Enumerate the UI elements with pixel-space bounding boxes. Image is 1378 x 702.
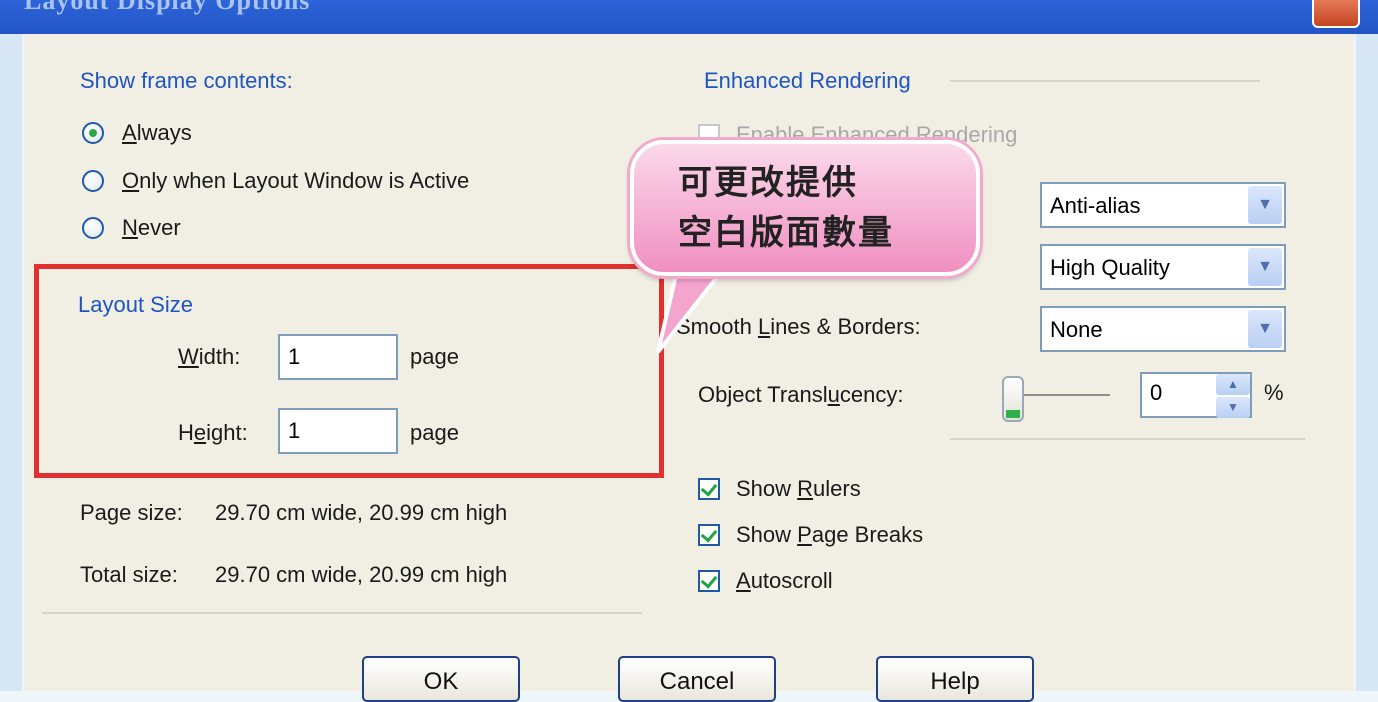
enhanced-rendering-heading: Enhanced Rendering	[704, 68, 911, 93]
autoscroll-checkbox[interactable]	[698, 570, 720, 592]
right-background-strip	[1356, 0, 1378, 691]
translucency-slider-track[interactable]	[1010, 394, 1110, 396]
callout-bubble: 可更改提供 空白版面數量	[630, 140, 980, 276]
total-size-label: Total size:	[80, 562, 178, 587]
ok-button[interactable]: OK	[362, 656, 520, 702]
show-page-breaks-checkbox[interactable]	[698, 524, 720, 546]
translucency-slider-thumb[interactable]	[1002, 376, 1024, 422]
chevron-down-icon[interactable]: ▼	[1248, 310, 1282, 348]
quality-dropdown-value: High Quality	[1050, 255, 1170, 280]
show-rulers-checkbox[interactable]	[698, 478, 720, 500]
radio-never-label[interactable]: Never	[122, 215, 181, 241]
frame-contents-heading: Show frame contents:	[80, 68, 293, 93]
smooth-lines-dropdown-value: None	[1050, 317, 1103, 342]
translucency-label: Object Translucency:	[698, 382, 904, 407]
layout-size-heading: Layout Size	[78, 292, 193, 317]
quality-dropdown[interactable]: High Quality ▼	[1040, 244, 1286, 290]
translucency-spinner[interactable]: ▲ ▼	[1216, 374, 1250, 420]
page-size-label: Page size:	[80, 500, 183, 525]
show-rulers-label[interactable]: Show Rulers	[736, 476, 861, 502]
close-button[interactable]	[1312, 0, 1360, 28]
radio-always[interactable]	[82, 122, 104, 144]
height-input[interactable]: 1	[278, 408, 398, 454]
radio-always-label[interactable]: Always	[122, 120, 192, 146]
enhanced-rendering-bottom-divider	[950, 438, 1305, 440]
callout-line-2: 空白版面數量	[678, 213, 894, 253]
radio-only-when-active[interactable]	[82, 170, 104, 192]
width-input[interactable]: 1	[278, 334, 398, 380]
autoscroll-label[interactable]: Autoscroll	[736, 568, 833, 594]
radio-never[interactable]	[82, 217, 104, 239]
left-bottom-divider	[42, 612, 642, 614]
width-label: Width:	[178, 344, 241, 369]
smooth-lines-dropdown[interactable]: None ▼	[1040, 306, 1286, 352]
chevron-down-icon[interactable]: ▼	[1248, 248, 1282, 286]
height-label: Height:	[178, 420, 248, 445]
enhanced-rendering-divider	[950, 80, 1260, 82]
antialias-dropdown[interactable]: Anti-alias ▼	[1040, 182, 1286, 228]
title-bar[interactable]: Layout Display Options	[0, 0, 1378, 34]
total-size-value: 29.70 cm wide, 20.99 cm high	[215, 562, 508, 587]
antialias-dropdown-value: Anti-alias	[1050, 193, 1141, 218]
show-page-breaks-label[interactable]: Show Page Breaks	[736, 522, 923, 548]
help-button[interactable]: Help	[876, 656, 1034, 702]
left-background-strip	[0, 0, 22, 691]
cancel-button[interactable]: Cancel	[618, 656, 776, 702]
width-unit: page	[410, 344, 459, 369]
radio-only-when-active-label[interactable]: Only when Layout Window is Active	[122, 168, 469, 194]
spin-up-icon[interactable]: ▲	[1216, 374, 1250, 395]
translucency-unit: %	[1264, 380, 1284, 405]
page-size-value: 29.70 cm wide, 20.99 cm high	[215, 500, 508, 525]
height-unit: page	[410, 420, 459, 445]
callout-line-1: 可更改提供	[678, 163, 858, 203]
window-title: Layout Display Options	[24, 0, 311, 15]
spin-down-icon[interactable]: ▼	[1216, 397, 1250, 418]
chevron-down-icon[interactable]: ▼	[1248, 186, 1282, 224]
